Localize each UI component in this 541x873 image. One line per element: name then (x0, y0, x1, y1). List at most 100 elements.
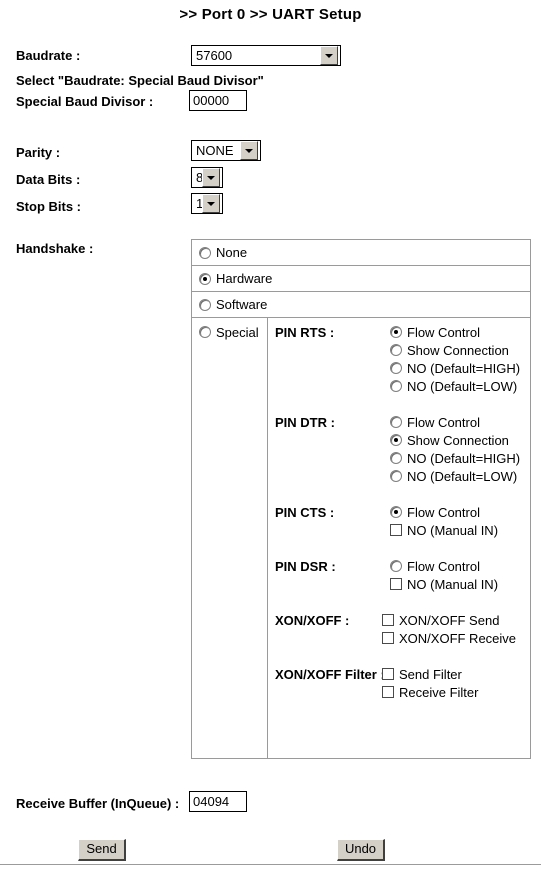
pin-dsr-label: PIN DSR : (275, 559, 336, 574)
baudrate-label: Baudrate : (16, 48, 81, 63)
pin-rts-option-no-default-high[interactable]: NO (Default=HIGH) (390, 360, 530, 376)
radio-icon[interactable] (199, 298, 211, 311)
page-title: >> Port 0 >> UART Setup (179, 6, 362, 23)
pin-dtr-option-no-default-low[interactable]: NO (Default=LOW) (390, 468, 530, 484)
pin-group-cts: PIN CTS : Flow Control NO (Manual IN) (268, 504, 530, 540)
handshake-mode-label: Software (216, 297, 268, 312)
xonxoff-option-send[interactable]: XON/XOFF Send (382, 612, 530, 628)
option-label: NO (Default=LOW) (407, 468, 518, 484)
checkbox-icon[interactable] (382, 686, 394, 698)
option-label: XON/XOFF Receive (399, 630, 517, 646)
pin-dtr-option-show-connection[interactable]: Show Connection (390, 432, 530, 448)
pin-dsr-option-flow-control[interactable]: Flow Control (390, 558, 530, 574)
parity-select-value: NONE (196, 143, 234, 158)
pin-cts-option-no-manual-in[interactable]: NO (Manual IN) (390, 522, 530, 538)
xonxoff-options: XON/XOFF Send XON/XOFF Receive (382, 612, 530, 648)
option-label: Send Filter (399, 666, 462, 682)
stop-bits-select-value: 1 (196, 196, 202, 211)
option-label: Show Connection (407, 432, 509, 448)
pin-rts-option-show-connection[interactable]: Show Connection (390, 342, 530, 358)
baudrate-select[interactable]: 57600 (191, 45, 341, 66)
pin-dtr-options: Flow Control Show Connection NO (Default… (390, 414, 530, 486)
pin-group-dtr: PIN DTR : Flow Control Show Connection N… (268, 414, 530, 486)
radio-icon[interactable] (390, 344, 402, 356)
checkbox-icon[interactable] (382, 632, 394, 644)
send-button[interactable]: Send (78, 839, 126, 861)
pin-dtr-option-no-default-high[interactable]: NO (Default=HIGH) (390, 450, 530, 466)
handshake-mode-none[interactable]: None (192, 240, 530, 266)
radio-icon[interactable] (390, 416, 402, 428)
handshake-special-option[interactable]: Special (199, 324, 267, 340)
pin-cts-options: Flow Control NO (Manual IN) (390, 504, 530, 540)
radio-icon[interactable] (390, 326, 402, 338)
handshake-mode-label: Special (216, 324, 259, 340)
xonxoff-filter-option-receive[interactable]: Receive Filter (382, 684, 530, 700)
undo-button[interactable]: Undo (337, 839, 385, 861)
handshake-table: None Hardware Software Special PIN RTS :… (191, 239, 531, 759)
parity-label: Parity : (16, 145, 61, 160)
option-label: XON/XOFF Send (399, 612, 500, 628)
handshake-mode-software[interactable]: Software (192, 292, 530, 318)
chevron-down-icon (202, 168, 220, 187)
special-baud-divisor-label: Special Baud Divisor : (16, 94, 154, 109)
handshake-mode-hardware[interactable]: Hardware (192, 266, 530, 292)
radio-icon[interactable] (390, 506, 402, 518)
radio-icon[interactable] (390, 470, 402, 482)
pin-rts-option-flow-control[interactable]: Flow Control (390, 324, 530, 340)
radio-icon[interactable] (390, 380, 402, 392)
option-label: NO (Default=HIGH) (407, 450, 521, 466)
option-label: NO (Manual IN) (407, 576, 499, 592)
pin-dsr-option-no-manual-in[interactable]: NO (Manual IN) (390, 576, 530, 592)
pin-dtr-option-flow-control[interactable]: Flow Control (390, 414, 530, 430)
checkbox-icon[interactable] (382, 668, 394, 680)
xonxoff-filter-option-send[interactable]: Send Filter (382, 666, 530, 682)
data-bits-select[interactable]: 8 (191, 167, 223, 188)
handshake-special-section: Special PIN RTS : Flow Control Show Conn… (192, 318, 530, 758)
receive-buffer-label: Receive Buffer (InQueue) : (16, 796, 180, 811)
option-label: NO (Manual IN) (407, 522, 499, 538)
pin-group-rts: PIN RTS : Flow Control Show Connection N… (268, 324, 530, 396)
option-label: Flow Control (407, 324, 480, 340)
radio-icon[interactable] (199, 326, 211, 338)
option-label: NO (Default=LOW) (407, 378, 518, 394)
radio-icon[interactable] (199, 246, 211, 259)
pin-group-xonxoff: XON/XOFF : XON/XOFF Send XON/XOFF Receiv… (268, 612, 530, 648)
pin-cts-label: PIN CTS : (275, 505, 335, 520)
option-label: Flow Control (407, 504, 480, 520)
radio-icon[interactable] (390, 362, 402, 374)
option-label: Flow Control (407, 558, 480, 574)
parity-select[interactable]: NONE (191, 140, 261, 161)
pin-dtr-label: PIN DTR : (275, 415, 335, 430)
special-baud-divisor-input[interactable]: 00000 (189, 90, 247, 111)
pin-rts-options: Flow Control Show Connection NO (Default… (390, 324, 530, 396)
pin-rts-option-no-default-low[interactable]: NO (Default=LOW) (390, 378, 530, 394)
checkbox-icon[interactable] (382, 614, 394, 626)
data-bits-select-value: 8 (196, 170, 202, 185)
pin-dsr-options: Flow Control NO (Manual IN) (390, 558, 530, 594)
radio-icon[interactable] (199, 272, 211, 285)
pin-settings-panel: PIN RTS : Flow Control Show Connection N… (268, 318, 530, 758)
pin-group-xonxoff-filter: XON/XOFF Filter : Send Filter Receive Fi… (268, 666, 530, 702)
stop-bits-select[interactable]: 1 (191, 193, 223, 214)
radio-icon[interactable] (390, 560, 402, 572)
special-baud-note: Select "Baudrate: Special Baud Divisor" (16, 73, 264, 88)
checkbox-icon[interactable] (390, 578, 402, 590)
radio-icon[interactable] (390, 452, 402, 464)
option-label: Flow Control (407, 414, 480, 430)
xonxoff-filter-options: Send Filter Receive Filter (382, 666, 530, 702)
pin-rts-label: PIN RTS : (275, 325, 335, 340)
xonxoff-filter-label: XON/XOFF Filter : (275, 667, 385, 682)
chevron-down-icon (202, 194, 220, 213)
checkbox-icon[interactable] (390, 524, 402, 536)
pin-cts-option-flow-control[interactable]: Flow Control (390, 504, 530, 520)
footer-divider (0, 864, 541, 868)
chevron-down-icon (240, 141, 258, 160)
stop-bits-label: Stop Bits : (16, 199, 81, 214)
receive-buffer-input[interactable]: 04094 (189, 791, 247, 812)
xonxoff-option-receive[interactable]: XON/XOFF Receive (382, 630, 530, 646)
handshake-mode-label: None (216, 245, 248, 260)
handshake-mode-special[interactable]: Special (192, 318, 268, 758)
baudrate-select-value: 57600 (196, 48, 233, 63)
radio-icon[interactable] (390, 434, 402, 446)
handshake-mode-label: Hardware (216, 271, 273, 286)
